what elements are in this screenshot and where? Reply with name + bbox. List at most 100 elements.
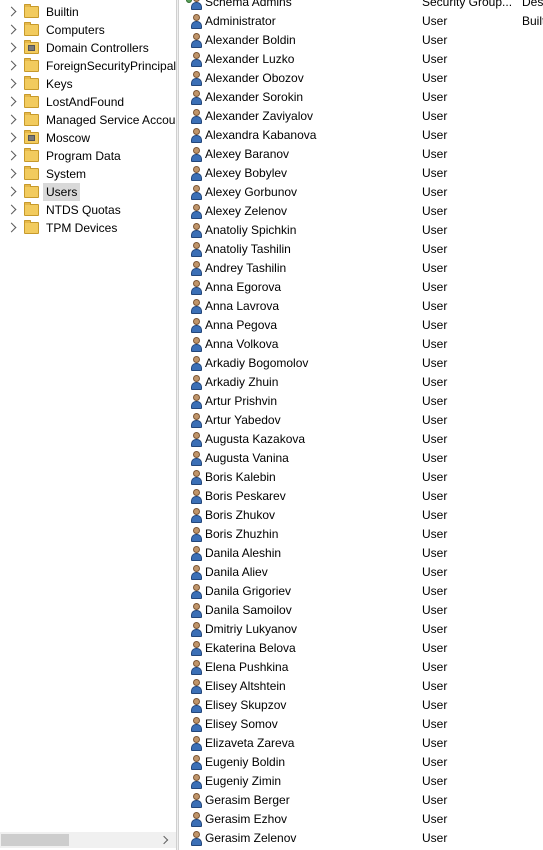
- list-item[interactable]: Artur Prishvin User: [180, 392, 543, 411]
- list-item[interactable]: Boris Kalebin User: [180, 468, 543, 487]
- object-type: User: [422, 508, 448, 522]
- object-type: User: [422, 565, 448, 579]
- object-name: Augusta Kazakova: [205, 432, 306, 446]
- user-icon: [190, 660, 203, 675]
- user-icon: [190, 698, 203, 713]
- list-item[interactable]: Danila Aleshin User: [180, 544, 543, 563]
- horizontal-scrollbar[interactable]: [0, 832, 176, 848]
- list-item[interactable]: Alexey Baranov User: [180, 145, 543, 164]
- scroll-right-arrow-icon[interactable]: [159, 835, 169, 845]
- list-item[interactable]: Eugeniy Boldin User: [180, 753, 543, 772]
- tree-item-tpm-devices[interactable]: TPM Devices: [0, 219, 176, 237]
- list-item[interactable]: Alexey Bobylev User: [180, 164, 543, 183]
- object-type: User: [422, 755, 448, 769]
- list-item[interactable]: Augusta Kazakova User: [180, 430, 543, 449]
- object-type: User: [422, 831, 448, 845]
- tree-item-lostandfound[interactable]: LostAndFound: [0, 93, 176, 111]
- chevron-right-icon[interactable]: [6, 168, 17, 179]
- pane-splitter[interactable]: [176, 0, 179, 850]
- list-item[interactable]: Eugeniy Zimin User: [180, 772, 543, 791]
- list-item[interactable]: Gerasim Berger User: [180, 791, 543, 810]
- user-icon: [190, 717, 203, 732]
- list-item[interactable]: Ekaterina Belova User: [180, 639, 543, 658]
- chevron-right-icon[interactable]: [6, 186, 17, 197]
- organizational-unit-icon: [24, 130, 39, 144]
- tree-item-foreignsecurityprincipals[interactable]: ForeignSecurityPrincipals: [0, 57, 176, 75]
- list-item[interactable]: Dmitriy Lukyanov User: [180, 620, 543, 639]
- chevron-right-icon[interactable]: [6, 132, 17, 143]
- object-name: Arkadiy Zhuin: [205, 375, 279, 389]
- list-item[interactable]: Alexander Zaviyalov User: [180, 107, 543, 126]
- user-icon: [190, 223, 203, 238]
- object-type: User: [422, 793, 448, 807]
- chevron-right-icon[interactable]: [6, 24, 17, 35]
- list-item[interactable]: Gerasim Ezhov User: [180, 810, 543, 829]
- object-type: User: [422, 33, 448, 47]
- object-name: Danila Grigoriev: [205, 584, 292, 598]
- list-item[interactable]: Alexander Luzko User: [180, 50, 543, 69]
- tree-item-users[interactable]: Users: [0, 183, 176, 201]
- list-item[interactable]: Anna Volkova User: [180, 335, 543, 354]
- list-item[interactable]: Boris Zhuzhin User: [180, 525, 543, 544]
- object-name: Danila Aliev: [205, 565, 268, 579]
- list-item[interactable]: Boris Zhukov User: [180, 506, 543, 525]
- object-type: User: [422, 261, 448, 275]
- user-icon: [190, 584, 203, 599]
- chevron-right-icon[interactable]: [6, 42, 17, 53]
- list-item[interactable]: Artur Yabedov User: [180, 411, 543, 430]
- list-item[interactable]: Elisey Skupzov User: [180, 696, 543, 715]
- tree-item-ntds-quotas[interactable]: NTDS Quotas: [0, 201, 176, 219]
- list-item[interactable]: Andrey Tashilin User: [180, 259, 543, 278]
- chevron-right-icon[interactable]: [6, 6, 17, 17]
- list-item[interactable]: Anna Egorova User: [180, 278, 543, 297]
- chevron-right-icon[interactable]: [6, 78, 17, 89]
- tree-item-builtin[interactable]: Builtin: [0, 3, 176, 21]
- object-name: Danila Aleshin: [205, 546, 282, 560]
- list-item[interactable]: Augusta Vanina User: [180, 449, 543, 468]
- chevron-right-icon[interactable]: [6, 150, 17, 161]
- list-item[interactable]: Administrator User Built: [180, 12, 543, 31]
- list-item[interactable]: Alexander Sorokin User: [180, 88, 543, 107]
- list-item[interactable]: Arkadiy Bogomolov User: [180, 354, 543, 373]
- list-item[interactable]: Schema Admins Security Group... Desi: [180, 0, 543, 12]
- scrollbar-thumb[interactable]: [1, 834, 69, 846]
- list-item[interactable]: Anna Pegova User: [180, 316, 543, 335]
- tree-item-domain-controllers[interactable]: Domain Controllers: [0, 39, 176, 57]
- chevron-right-icon[interactable]: [6, 204, 17, 215]
- list-item[interactable]: Boris Peskarev User: [180, 487, 543, 506]
- tree-item-keys[interactable]: Keys: [0, 75, 176, 93]
- user-icon: [190, 394, 203, 409]
- list-item[interactable]: Danila Samoilov User: [180, 601, 543, 620]
- list-item[interactable]: Alexander Obozov User: [180, 69, 543, 88]
- tree-item-program-data[interactable]: Program Data: [0, 147, 176, 165]
- user-icon: [190, 508, 203, 523]
- list-item[interactable]: Anna Lavrova User: [180, 297, 543, 316]
- tree-item-managed-service-accounts[interactable]: Managed Service Accounts: [0, 111, 176, 129]
- list-item[interactable]: Elizaveta Zareva User: [180, 734, 543, 753]
- chevron-right-icon[interactable]: [6, 60, 17, 71]
- list-item[interactable]: Anatoliy Spichkin User: [180, 221, 543, 240]
- user-icon: [190, 451, 203, 466]
- tree-item-moscow[interactable]: Moscow: [0, 129, 176, 147]
- list-item[interactable]: Elisey Somov User: [180, 715, 543, 734]
- list-item[interactable]: Danila Grigoriev User: [180, 582, 543, 601]
- list-item[interactable]: Arkadiy Zhuin User: [180, 373, 543, 392]
- object-type: User: [422, 698, 448, 712]
- object-type: User: [422, 774, 448, 788]
- chevron-right-icon[interactable]: [6, 96, 17, 107]
- object-type: User: [422, 432, 448, 446]
- list-item[interactable]: Danila Aliev User: [180, 563, 543, 582]
- list-item[interactable]: Alexey Gorbunov User: [180, 183, 543, 202]
- list-item[interactable]: Gerasim Zelenov User: [180, 829, 543, 848]
- tree-item-computers[interactable]: Computers: [0, 21, 176, 39]
- list-item[interactable]: Elena Pushkina User: [180, 658, 543, 677]
- list-item[interactable]: Elisey Altshtein User: [180, 677, 543, 696]
- list-item[interactable]: Alexey Zelenov User: [180, 202, 543, 221]
- list-item[interactable]: Alexandra Kabanova User: [180, 126, 543, 145]
- user-icon: [190, 736, 203, 751]
- chevron-right-icon[interactable]: [6, 222, 17, 233]
- tree-item-system[interactable]: System: [0, 165, 176, 183]
- list-item[interactable]: Alexander Boldin User: [180, 31, 543, 50]
- chevron-right-icon[interactable]: [6, 114, 17, 125]
- list-item[interactable]: Anatoliy Tashilin User: [180, 240, 543, 259]
